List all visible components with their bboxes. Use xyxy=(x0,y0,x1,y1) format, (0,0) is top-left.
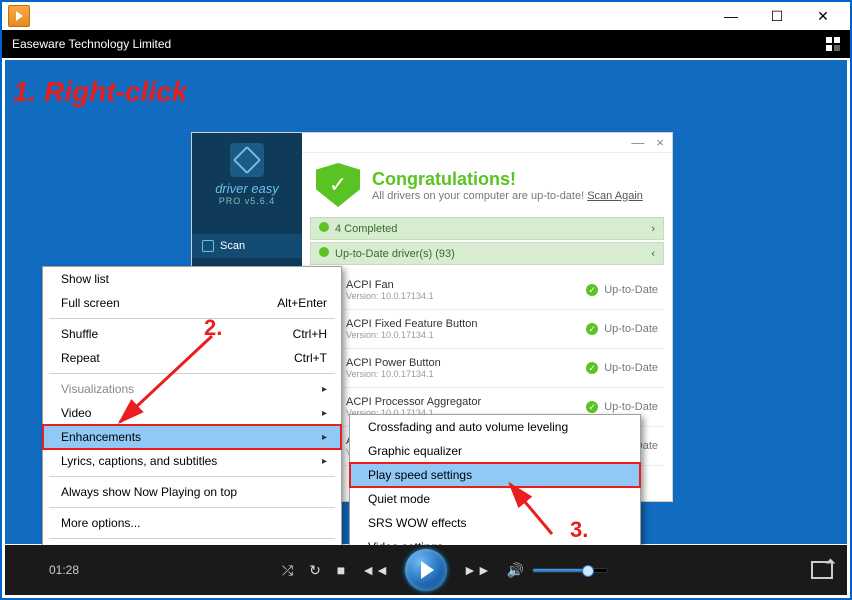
shield-icon: ✓ xyxy=(316,163,360,207)
window-controls: — ☐ ✕ xyxy=(708,2,846,30)
play-icon xyxy=(16,11,23,21)
repeat-button[interactable]: ↻ xyxy=(309,562,321,579)
de-header-sub: All drivers on your computer are up-to-d… xyxy=(372,190,643,202)
submenu-srs-wow[interactable]: SRS WOW effects xyxy=(350,511,640,535)
chevron-right-icon: ▸ xyxy=(322,384,327,395)
de-header-title: Congratulations! xyxy=(372,169,643,190)
menu-show-list[interactable]: Show list xyxy=(43,267,341,291)
menu-separator xyxy=(49,373,335,374)
menu-visualizations: Visualizations▸ xyxy=(43,377,341,401)
scan-nav-item: Scan xyxy=(192,234,302,258)
elapsed-time: 01:28 xyxy=(19,563,79,577)
menu-separator xyxy=(49,507,335,508)
de-header: ✓ Congratulations! All drivers on your c… xyxy=(302,153,672,217)
shuffle-button[interactable]: ⤮ xyxy=(282,562,293,579)
media-title: Easeware Technology Limited xyxy=(12,37,171,51)
menu-more-options[interactable]: More options... xyxy=(43,511,341,535)
de-min-icon: — xyxy=(631,135,644,150)
annotation-step-3: 3. xyxy=(570,517,588,543)
driver-row: ACPI Fixed Feature ButtonVersion: 10.0.1… xyxy=(310,310,664,349)
menu-full-screen[interactable]: Full screenAlt+Enter xyxy=(43,291,341,315)
volume-slider[interactable] xyxy=(532,568,608,573)
chevron-right-icon: ▸ xyxy=(322,408,327,419)
submenu-graphic-equalizer[interactable]: Graphic equalizer xyxy=(350,439,640,463)
menu-video[interactable]: Video▸ xyxy=(43,401,341,425)
submenu-crossfading[interactable]: Crossfading and auto volume leveling xyxy=(350,415,640,439)
annotation-step-2: 2. xyxy=(204,315,222,341)
submenu-quiet-mode[interactable]: Quiet mode xyxy=(350,487,640,511)
menu-repeat[interactable]: RepeatCtrl+T xyxy=(43,346,341,370)
previous-button[interactable]: ◄◄ xyxy=(361,562,389,578)
menu-separator xyxy=(49,538,335,539)
player-controls: 01:28 ⤮ ↻ ■ ◄◄ ►► 🔊 xyxy=(5,545,847,595)
driver-row: ACPI Power ButtonVersion: 10.0.17134.1✓U… xyxy=(310,349,664,388)
close-button[interactable]: ✕ xyxy=(800,2,846,30)
menu-lyrics[interactable]: Lyrics, captions, and subtitles▸ xyxy=(43,449,341,473)
fullscreen-button[interactable] xyxy=(811,561,833,579)
next-button[interactable]: ►► xyxy=(463,562,491,578)
menu-separator xyxy=(49,318,335,319)
titlebar-left xyxy=(6,5,30,27)
context-menu: Show list Full screenAlt+Enter ShuffleCt… xyxy=(42,266,342,567)
enhancements-submenu: Crossfading and auto volume leveling Gra… xyxy=(349,414,641,560)
driver-easy-topbar: — × xyxy=(302,133,672,153)
play-icon xyxy=(421,561,434,579)
maximize-button[interactable]: ☐ xyxy=(754,2,800,30)
scan-label: Scan xyxy=(220,240,245,252)
app-icon xyxy=(8,5,30,27)
logo-text: driver easy xyxy=(192,181,302,196)
status-bar-completed: 4 Completed› xyxy=(310,217,664,240)
driver-row: ACPI FanVersion: 10.0.17134.1✓Up-to-Date xyxy=(310,271,664,310)
menu-always-top[interactable]: Always show Now Playing on top xyxy=(43,480,341,504)
play-button[interactable] xyxy=(405,549,447,591)
menu-enhancements[interactable]: Enhancements▸ xyxy=(43,425,341,449)
volume-icon[interactable]: 🔊 xyxy=(507,562,524,579)
de-close-icon: × xyxy=(656,135,664,150)
submenu-play-speed-settings[interactable]: Play speed settings xyxy=(350,463,640,487)
chevron-right-icon: ▸ xyxy=(322,432,327,443)
chevron-right-icon: ▸ xyxy=(322,456,327,467)
stop-button[interactable]: ■ xyxy=(337,562,345,578)
driver-easy-logo: driver easy PRO v5.6.4 xyxy=(192,133,302,216)
now-playing-title-bar: Easeware Technology Limited xyxy=(2,30,850,58)
logo-sub: PRO v5.6.4 xyxy=(192,196,302,206)
minimize-button[interactable]: — xyxy=(708,2,754,30)
annotation-right-click: 1. Right-click xyxy=(13,76,187,108)
status-bar-uptodate: Up-to-Date driver(s) (93)‹ xyxy=(310,242,664,265)
menu-separator xyxy=(49,476,335,477)
view-switch-icon[interactable] xyxy=(826,37,840,51)
scan-icon xyxy=(202,240,214,252)
window-titlebar: — ☐ ✕ xyxy=(2,2,850,30)
menu-shuffle[interactable]: ShuffleCtrl+H xyxy=(43,322,341,346)
